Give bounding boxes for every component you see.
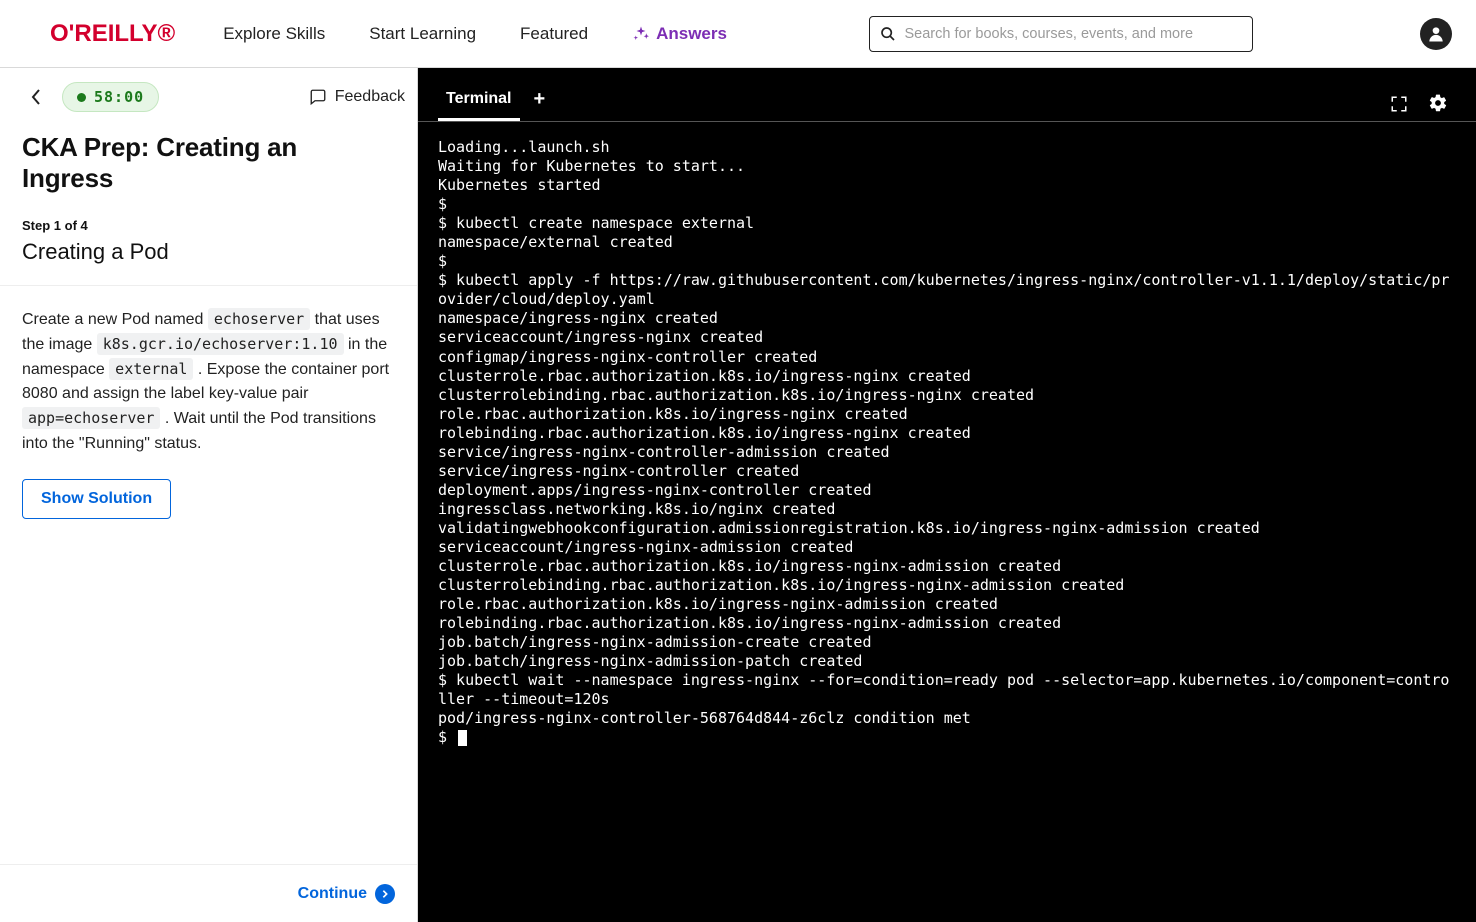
step-indicator: Step 1 of 4	[22, 218, 395, 233]
back-button[interactable]	[22, 83, 50, 111]
gear-icon	[1428, 93, 1448, 113]
continue-circle	[375, 884, 395, 904]
terminal-tab[interactable]: Terminal	[438, 80, 520, 121]
instr-text: Create a new Pod named	[22, 311, 208, 328]
terminal-cursor	[458, 730, 467, 746]
logo-text: O'REILLY	[50, 20, 158, 47]
terminal-tabbar: Terminal +	[418, 68, 1476, 122]
avatar[interactable]	[1420, 18, 1452, 50]
left-title-block: CKA Prep: Creating an Ingress Step 1 of …	[0, 126, 417, 286]
settings-button[interactable]	[1418, 85, 1458, 121]
instr-code: k8s.gcr.io/echoserver:1.10	[97, 333, 344, 355]
page-title: CKA Prep: Creating an Ingress	[22, 132, 395, 194]
search-box[interactable]	[869, 16, 1253, 52]
main: 58:00 Feedback CKA Prep: Creating an Ing…	[0, 68, 1476, 922]
nav-answers-label: Answers	[656, 24, 727, 44]
nav-featured[interactable]: Featured	[520, 24, 588, 44]
terminal-text: Loading...launch.sh Waiting for Kubernet…	[438, 138, 1449, 746]
nav: Explore Skills Start Learning Featured A…	[223, 24, 727, 44]
fullscreen-icon	[1390, 95, 1408, 113]
continue-button[interactable]: Continue	[298, 884, 395, 904]
instr-code: app=echoserver	[22, 407, 160, 429]
search-icon	[880, 26, 896, 42]
timer-value: 58:00	[94, 88, 144, 106]
logo[interactable]: O'REILLY®	[50, 20, 175, 48]
search-wrap	[763, 16, 1360, 52]
feedback-button[interactable]: Feedback	[309, 88, 405, 106]
instruction-text: Create a new Pod named echoserver that u…	[22, 308, 395, 457]
person-icon	[1426, 24, 1446, 44]
search-input[interactable]	[904, 26, 1242, 42]
topbar: O'REILLY® Explore Skills Start Learning …	[0, 0, 1476, 68]
status-dot-icon	[77, 93, 86, 102]
sparkle-icon	[632, 25, 650, 43]
new-tab-button[interactable]: +	[520, 78, 560, 121]
continue-label: Continue	[298, 885, 367, 903]
logo-mark: ®	[158, 20, 176, 47]
fullscreen-button[interactable]	[1380, 87, 1418, 121]
feedback-label: Feedback	[335, 88, 405, 106]
show-solution-button[interactable]: Show Solution	[22, 479, 171, 519]
instr-code: echoserver	[208, 308, 310, 330]
nav-start-learning[interactable]: Start Learning	[369, 24, 476, 44]
chat-icon	[309, 88, 327, 106]
instructions: Create a new Pod named echoserver that u…	[0, 286, 417, 864]
left-panel: 58:00 Feedback CKA Prep: Creating an Ing…	[0, 68, 418, 922]
chevron-left-icon	[30, 88, 42, 106]
timer-badge: 58:00	[62, 82, 159, 112]
nav-answers[interactable]: Answers	[632, 24, 727, 44]
step-title: Creating a Pod	[22, 239, 395, 265]
terminal-output[interactable]: Loading...launch.sh Waiting for Kubernet…	[418, 122, 1476, 764]
nav-explore[interactable]: Explore Skills	[223, 24, 325, 44]
left-header-row: 58:00 Feedback	[0, 68, 417, 126]
terminal-panel: Terminal + Loading...launch.sh Waiting f…	[418, 68, 1476, 922]
instr-code: external	[109, 358, 193, 380]
chevron-right-icon	[380, 889, 390, 899]
left-footer: Continue	[0, 864, 417, 922]
